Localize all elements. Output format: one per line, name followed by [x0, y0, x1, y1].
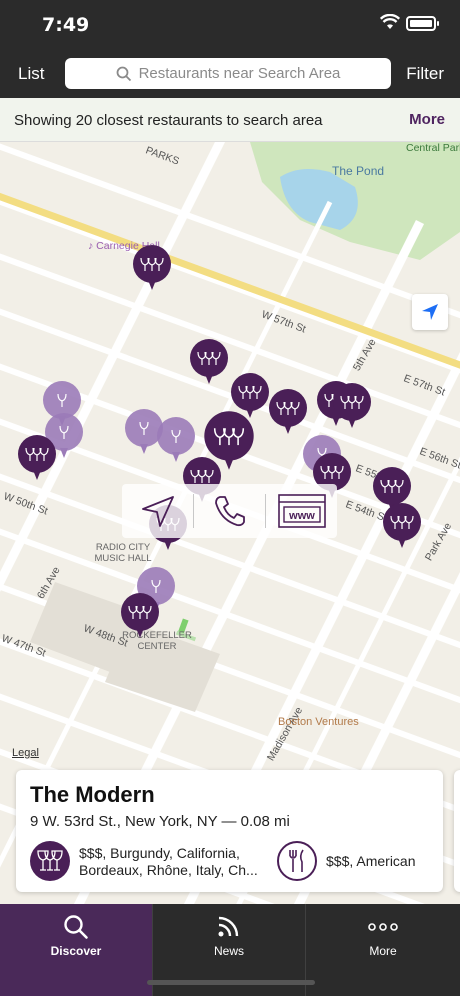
restaurant-name: The Modern [30, 782, 155, 807]
tab-news-label: News [213, 944, 244, 958]
www-text: www [288, 510, 315, 522]
map-legal-link[interactable]: Legal [12, 747, 39, 759]
more-dots-icon [368, 914, 398, 945]
results-text: Showing 20 closest restaurants to search… [14, 112, 323, 129]
wine-glass-icon [333, 383, 371, 428]
search-icon [116, 66, 131, 81]
food-info: $$$, American [326, 853, 416, 869]
website-button[interactable]: www [266, 484, 337, 538]
search-input[interactable]: Restaurants near Search Area [65, 58, 391, 89]
wine-glass-icon [269, 389, 307, 434]
wine-glass-icon [121, 593, 159, 638]
wine-glass-icon [18, 435, 56, 480]
restaurant-map-pin[interactable] [382, 502, 422, 550]
fork-knife-icon [277, 841, 317, 881]
banner-more-button[interactable]: More [409, 111, 445, 128]
directions-button[interactable] [122, 484, 193, 538]
tab-discover-label: Discover [50, 944, 102, 958]
nav-bar: List Restaurants near Search Area Filter [0, 50, 460, 98]
wifi-icon [379, 13, 401, 35]
wine-glass-icon [190, 339, 228, 384]
restaurant-map-pin[interactable] [268, 388, 308, 436]
location-arrow-icon [422, 304, 438, 320]
wine-glasses-icon [30, 841, 70, 881]
rss-icon [217, 914, 241, 943]
status-bar: 7:49 [0, 0, 460, 50]
restaurant-map-pin[interactable] [120, 592, 160, 640]
search-placeholder: Restaurants near Search Area [138, 65, 341, 82]
search-icon [63, 914, 89, 945]
battery-icon [406, 16, 439, 31]
restaurant-map-pin[interactable] [132, 244, 172, 292]
status-time: 7:49 [42, 14, 90, 36]
restaurant-address: 9 W. 53rd St., New York, NY — 0.08 mi [30, 813, 290, 830]
wine-info-line2: Bordeaux, Rhône, Italy, Ch... [79, 862, 258, 878]
home-indicator [147, 980, 315, 985]
results-banner: Showing 20 closest restaurants to search… [0, 98, 460, 142]
wine-info: $$$, Burgundy, California, Bordeaux, Rhô… [79, 845, 264, 879]
directions-arrow-icon [141, 496, 174, 527]
map-label-central-park: Central Park [406, 142, 460, 154]
tab-discover[interactable]: Discover [0, 904, 153, 996]
wine-info-line1: $$$, Burgundy, California, [79, 845, 240, 861]
wine-glass-icon [383, 503, 421, 548]
map-label-the-pond: The Pond [332, 164, 385, 178]
filter-button[interactable]: Filter [406, 64, 444, 84]
tab-more-label: More [369, 944, 397, 958]
restaurant-map-pin[interactable] [332, 382, 372, 430]
wine-glass-icon [133, 245, 171, 290]
next-card-peek[interactable] [454, 770, 460, 892]
phone-icon [214, 496, 245, 527]
restaurant-card[interactable]: The Modern 9 W. 53rd St., New York, NY —… [16, 770, 443, 892]
restaurant-map-pin[interactable] [17, 434, 57, 482]
list-button[interactable]: List [18, 64, 44, 84]
tab-more[interactable]: More [306, 904, 460, 996]
web-browser-icon: www [277, 494, 326, 528]
locate-button[interactable] [412, 294, 448, 330]
call-button[interactable] [194, 484, 265, 538]
pin-callout: www [122, 484, 337, 538]
restaurant-map-pin[interactable] [189, 338, 229, 386]
map-label-boston-ventures: Boston Ventures [278, 716, 359, 728]
